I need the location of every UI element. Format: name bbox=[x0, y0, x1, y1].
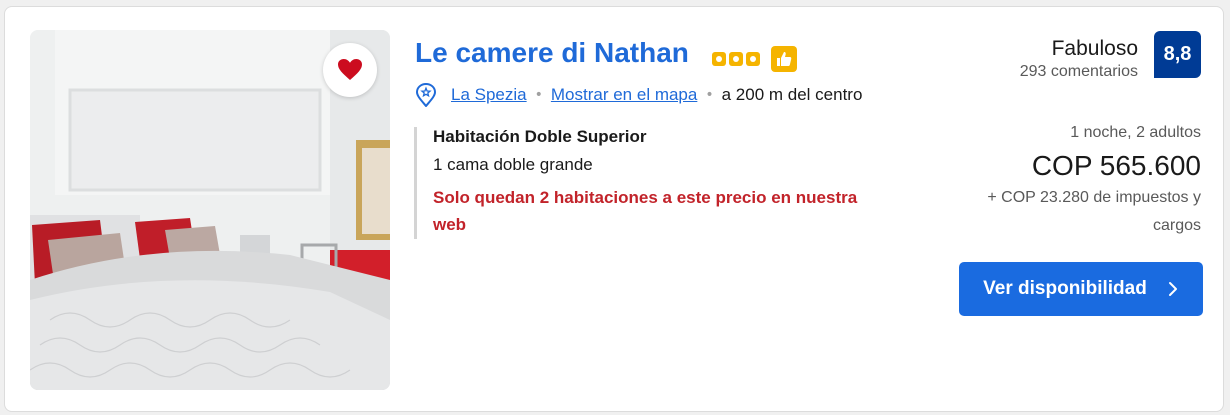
cta-label: Ver disponibilidad bbox=[983, 278, 1147, 299]
taxes-text: + COP 23.280 de impuestos y cargos bbox=[987, 189, 1201, 234]
occupancy-text: 1 noche, 2 adultos bbox=[1070, 124, 1201, 141]
bed-info: 1 cama doble grande bbox=[433, 155, 593, 174]
property-card: Le camere di Nathan La Spezia • Mostrar … bbox=[4, 6, 1224, 412]
rating-square-icon bbox=[729, 52, 743, 66]
separator-dot: • bbox=[534, 87, 543, 103]
review-summary[interactable]: Fabuloso 293 comentarios bbox=[1020, 37, 1138, 81]
rating-square-icon bbox=[712, 52, 726, 66]
city-link[interactable]: La Spezia bbox=[451, 85, 527, 105]
distance-text: a 200 m del centro bbox=[721, 85, 863, 104]
price-block: 1 noche, 2 adultos COP 565.600 + COP 23.… bbox=[951, 124, 1201, 240]
rating-square-icon bbox=[746, 52, 760, 66]
chevron-right-icon bbox=[1168, 282, 1177, 296]
room-type: Habitación Doble Superior bbox=[433, 127, 647, 146]
show-on-map-link[interactable]: Mostrar en el mapa bbox=[551, 85, 697, 105]
location-pin-icon bbox=[415, 83, 437, 107]
separator-dot: • bbox=[705, 87, 714, 103]
star-rating bbox=[712, 46, 797, 72]
review-count: 293 comentarios bbox=[1019, 63, 1138, 80]
see-availability-button[interactable]: Ver disponibilidad bbox=[959, 262, 1203, 316]
review-score-badge[interactable]: 8,8 bbox=[1154, 31, 1201, 78]
thumbs-up-icon[interactable] bbox=[771, 46, 797, 72]
price-amount: COP 565.600 bbox=[1031, 150, 1201, 181]
location-row: La Spezia • Mostrar en el mapa • a 200 m… bbox=[415, 83, 862, 107]
favorite-button[interactable] bbox=[323, 43, 377, 97]
property-name-link[interactable]: Le camere di Nathan bbox=[415, 37, 689, 69]
availability-warning: Solo quedan 2 habitaciones a este precio… bbox=[433, 188, 858, 234]
heart-icon bbox=[338, 59, 362, 80]
review-label: Fabuloso bbox=[1051, 37, 1138, 60]
room-info: Habitación Doble Superior 1 cama doble g… bbox=[414, 127, 884, 239]
thumbs-up-glyph bbox=[777, 52, 792, 66]
